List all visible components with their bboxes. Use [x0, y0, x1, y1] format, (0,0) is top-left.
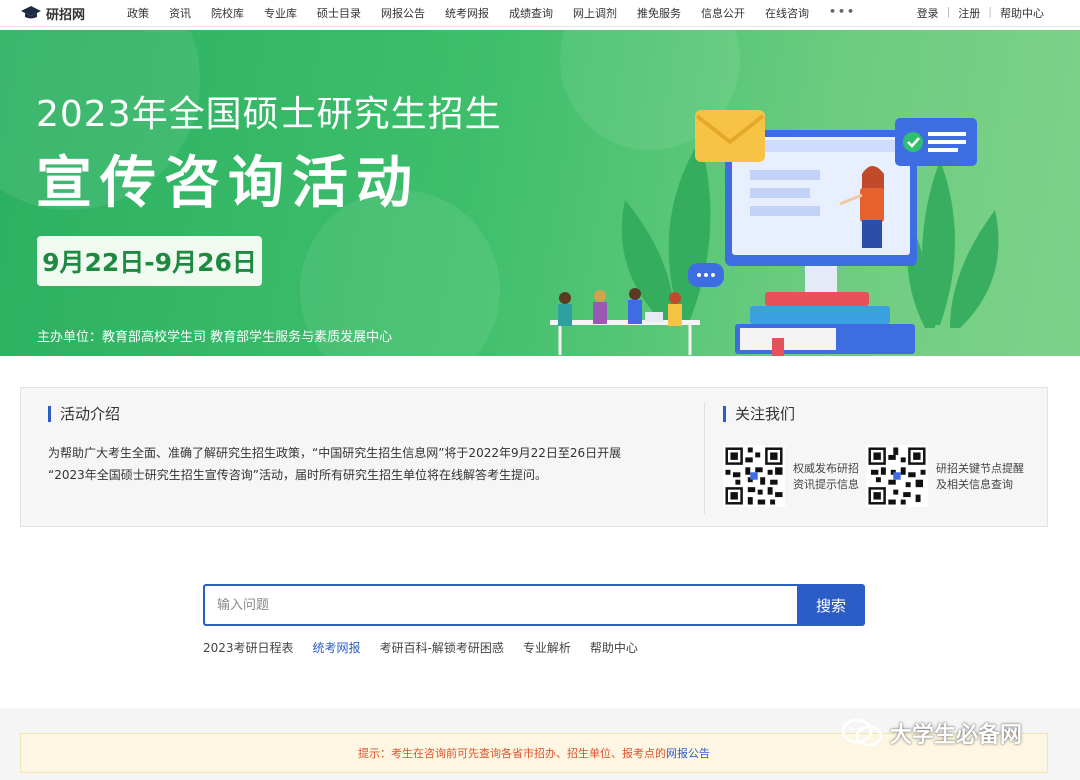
login-link[interactable]: 登录 [917, 5, 939, 21]
qr2-caption: 研招关键节点提醒 及相关信息查询 [936, 461, 1032, 493]
divider [704, 402, 705, 514]
qr1-caption-line: 权威发布研招 [793, 462, 859, 475]
intro-heading: 活动介绍 [48, 406, 120, 422]
intro-line-1: 为帮助广大考生全面、准确了解研究生招生政策，“中国研究生招生信息网”将于2022… [48, 446, 622, 460]
register-link[interactable]: 注册 [958, 5, 980, 21]
qr-code-icon [723, 445, 785, 507]
nav-item-exam-registration[interactable]: 统考网报 [445, 5, 489, 21]
qr2-caption-line: 及相关信息查询 [936, 478, 1013, 491]
nav-item-registration-notice[interactable]: 网报公告 [381, 5, 425, 21]
main-menu: 政策 资讯 院校库 专业库 硕士目录 网报公告 统考网报 成绩查询 网上调剂 推… [127, 5, 876, 21]
notice-text: 提示：考生在咨询前可先查询各省市招办、招生单位、报考点的 [358, 747, 666, 760]
user-links: 登录 | 注册 | 帮助中心 [917, 5, 1044, 21]
envelope-icon [695, 110, 765, 162]
nav-item-majors[interactable]: 专业库 [264, 5, 297, 21]
nav-item-score-query[interactable]: 成绩查询 [509, 5, 553, 21]
quicklink-help-center[interactable]: 帮助中心 [590, 639, 638, 656]
intro-line-2: “2023年全国硕士研究生招生宣传咨询”活动，届时所有研究生招生单位将在线解答考… [48, 468, 547, 482]
quicklink-exam-registration[interactable]: 统考网报 [313, 639, 361, 656]
top-nav: 研招网 政策 资讯 院校库 专业库 硕士目录 网报公告 统考网报 成绩查询 网上… [0, 0, 1080, 27]
qr2-caption-line: 研招关键节点提醒 [936, 462, 1024, 475]
consultation-illustration [550, 110, 999, 356]
search-input[interactable] [203, 584, 797, 626]
follow-heading: 关注我们 [723, 406, 795, 422]
separator: | [988, 5, 992, 18]
nav-item-news[interactable]: 资讯 [169, 5, 191, 21]
books-icon [735, 292, 915, 356]
intro-text: 为帮助广大考生全面、准确了解研究生招生政策，“中国研究生招生信息网”将于2022… [48, 442, 698, 486]
students-group-icon [550, 288, 700, 355]
nav-item-schools[interactable]: 院校库 [211, 5, 244, 21]
graduation-cap-icon [21, 6, 41, 19]
search-button[interactable]: 搜索 [797, 584, 865, 626]
quicklink-encyclopedia[interactable]: 考研百科-解锁考研困惑 [380, 639, 504, 656]
qr1-caption: 权威发布研招 资讯提示信息 [793, 461, 865, 493]
checklist-card-icon [895, 118, 977, 166]
logo-text: 研招网 [46, 7, 86, 23]
banner-host: 主办单位：教育部高校学生司 教育部学生服务与素质发展中心 [37, 330, 393, 345]
nav-item-info-disclosure[interactable]: 信息公开 [701, 5, 745, 21]
nav-item-online-adjustment[interactable]: 网上调剂 [573, 5, 617, 21]
help-center-link[interactable]: 帮助中心 [1000, 5, 1044, 21]
search-bar: 搜索 [203, 584, 865, 626]
notice-link[interactable]: 网报公告 [666, 745, 710, 761]
separator: | [946, 5, 951, 18]
quick-links: 2023考研日程表 统考网报 考研百科-解锁考研困惑 专业解析 帮助中心 [203, 639, 657, 656]
qr-code-icon [866, 445, 928, 507]
nav-item-policy[interactable]: 政策 [127, 5, 149, 21]
quicklink-major-analysis[interactable]: 专业解析 [523, 639, 571, 656]
qr1-caption-line: 资讯提示信息 [793, 478, 859, 491]
hero-banner[interactable]: 2023年全国硕士研究生招生 宣传咨询活动 9月22日-9月26日 主办单位：教… [0, 30, 1080, 356]
nav-item-master-catalog[interactable]: 硕士目录 [317, 5, 361, 21]
quicklink-schedule[interactable]: 2023考研日程表 [203, 639, 294, 656]
banner-date: 9月22日-9月26日 [37, 236, 262, 286]
banner-title: 2023年全国硕士研究生招生 [36, 94, 502, 135]
watermark: 大学生必备网 [840, 717, 1022, 749]
nav-item-recommendation[interactable]: 推免服务 [637, 5, 681, 21]
banner-subtitle: 宣传咨询活动 [36, 151, 420, 216]
nav-item-online-consult[interactable]: 在线咨询 [765, 5, 809, 21]
site-logo[interactable]: 研招网 [20, 4, 86, 23]
chat-bubble-icon [688, 263, 724, 287]
more-menu-icon[interactable]: ••• [829, 5, 856, 21]
activity-info-panel: 活动介绍 为帮助广大考生全面、准确了解研究生招生政策，“中国研究生招生信息网”将… [20, 387, 1048, 527]
watermark-text: 大学生必备网 [890, 723, 1023, 748]
wechat-icon [841, 718, 883, 747]
